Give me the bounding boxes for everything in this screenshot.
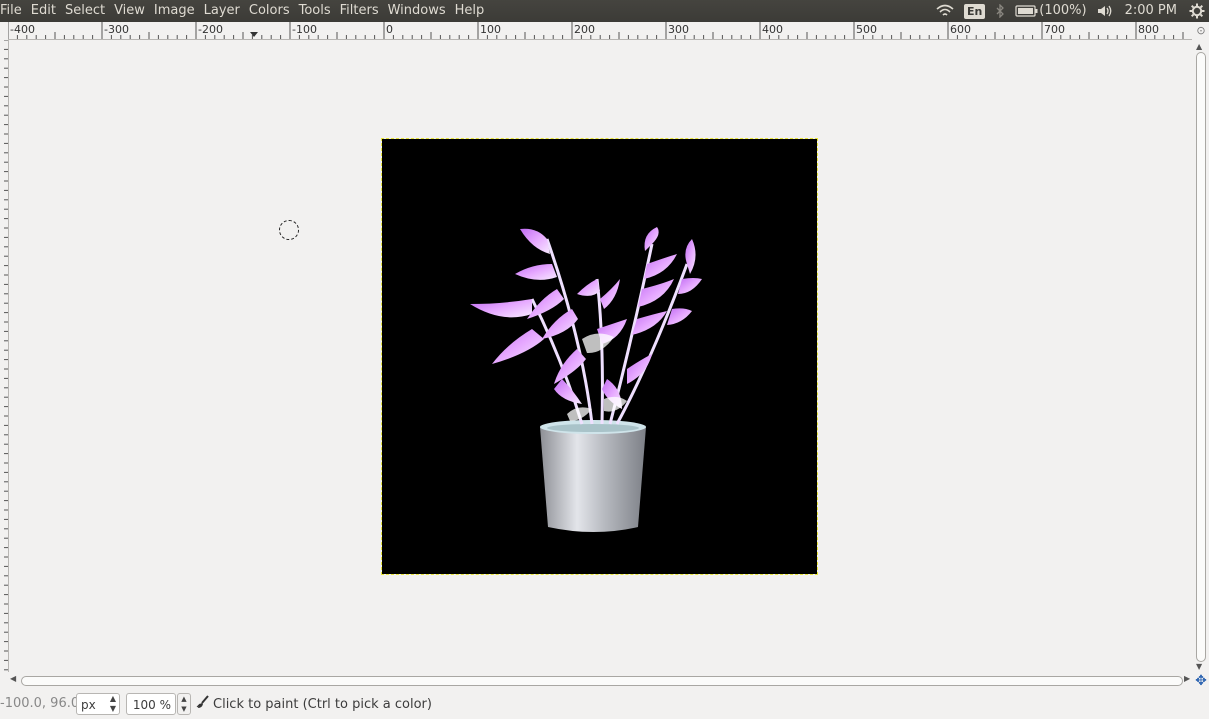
bluetooth-icon[interactable]	[995, 4, 1005, 18]
wifi-icon[interactable]	[936, 4, 954, 18]
menu-windows[interactable]: Windows	[384, 0, 451, 22]
clock[interactable]: 2:00 PM	[1125, 0, 1177, 22]
navigate-icon[interactable]: ✥	[1193, 673, 1209, 689]
menu-file[interactable]: File	[0, 0, 27, 22]
ruler-label: 600	[950, 23, 971, 36]
pointer-coordinates: -100.0, 96.0	[0, 696, 80, 711]
ruler-label: 800	[1138, 23, 1159, 36]
menu-view[interactable]: View	[110, 0, 150, 22]
ruler-pointer-marker	[250, 32, 258, 37]
ruler-label: -100	[292, 23, 317, 36]
scroll-left-arrow-icon[interactable]: ◀	[10, 674, 16, 683]
image-canvas[interactable]	[381, 138, 818, 575]
ruler-label: 400	[762, 23, 783, 36]
menu-help[interactable]: Help	[451, 0, 490, 22]
paintbrush-icon	[196, 695, 210, 713]
ruler-label: 200	[574, 23, 595, 36]
unit-selector[interactable]: px ▲ ▼	[76, 693, 120, 715]
spin-arrows-icon: ▲ ▼	[109, 694, 116, 713]
ruler-corner	[0, 22, 8, 40]
volume-icon[interactable]	[1097, 4, 1115, 18]
ruler-label: 700	[1044, 23, 1065, 36]
menu-image[interactable]: Image	[150, 0, 200, 22]
plant-image	[470, 227, 702, 532]
ruler-label: -300	[104, 23, 129, 36]
horizontal-scrollbar[interactable]: ◀ ▶	[9, 673, 1193, 689]
menu-select[interactable]: Select	[61, 0, 110, 22]
battery-percentage: (100%)	[1039, 3, 1087, 18]
status-message-text: Click to paint (Ctrl to pick a color)	[213, 696, 432, 712]
menu-edit[interactable]: Edit	[27, 0, 61, 22]
status-bar: -100.0, 96.0 px ▲ ▼ 100 % ▲ ▼ Click to pai…	[0, 690, 1209, 719]
vertical-ruler-ticks	[4, 39, 8, 671]
brush-cursor-icon	[279, 220, 299, 240]
top-menubar: File Edit Select View Image Layer Colors…	[0, 0, 1209, 22]
battery-icon	[1015, 5, 1039, 17]
horizontal-ruler[interactable]: -400 -300 -200 -100 0 100 200 300 400 500 600 700 80…	[8, 22, 1192, 40]
ruler-label: 0	[386, 23, 393, 36]
menu-layer[interactable]: Layer	[200, 0, 245, 22]
zoom-field[interactable]: 100 %	[126, 693, 176, 715]
zoom-spin-arrows-icon[interactable]: ▲ ▼	[177, 693, 191, 715]
battery-indicator[interactable]: (100%)	[1015, 0, 1087, 22]
system-tray: En (100%) 2:00 PM	[926, 0, 1209, 22]
scroll-up-arrow-icon[interactable]: ▲	[1196, 42, 1202, 51]
vertical-ruler[interactable]	[0, 39, 9, 672]
zoom-fit-icon[interactable]: ⊙	[1193, 22, 1209, 40]
canvas-area[interactable]	[9, 40, 1192, 673]
menu-filters[interactable]: Filters	[336, 0, 384, 22]
scroll-right-arrow-icon[interactable]: ▶	[1184, 674, 1190, 683]
ruler-label: -200	[198, 23, 223, 36]
horizontal-scrollbar-thumb[interactable]	[21, 676, 1183, 686]
ruler-label: 100	[480, 23, 501, 36]
settings-gear-icon[interactable]	[1189, 3, 1205, 19]
ruler-label: -400	[10, 23, 35, 36]
menu-list: File Edit Select View Image Layer Colors…	[0, 0, 489, 22]
vertical-scrollbar[interactable]: ▲ ▼	[1193, 40, 1209, 673]
ruler-ticks: -400 -300 -200 -100 0 100 200 300 400 500 600 700 80…	[8, 22, 1184, 39]
ruler-label: 500	[856, 23, 877, 36]
unit-value: px	[81, 698, 96, 712]
scroll-down-arrow-icon[interactable]: ▼	[1196, 662, 1202, 671]
status-message: Click to paint (Ctrl to pick a color)	[196, 695, 432, 713]
vertical-scrollbar-thumb[interactable]	[1196, 52, 1206, 662]
keyboard-layout-indicator[interactable]: En	[963, 3, 986, 19]
menu-tools[interactable]: Tools	[295, 0, 336, 22]
ruler-label: 300	[668, 23, 689, 36]
menu-colors[interactable]: Colors	[245, 0, 295, 22]
